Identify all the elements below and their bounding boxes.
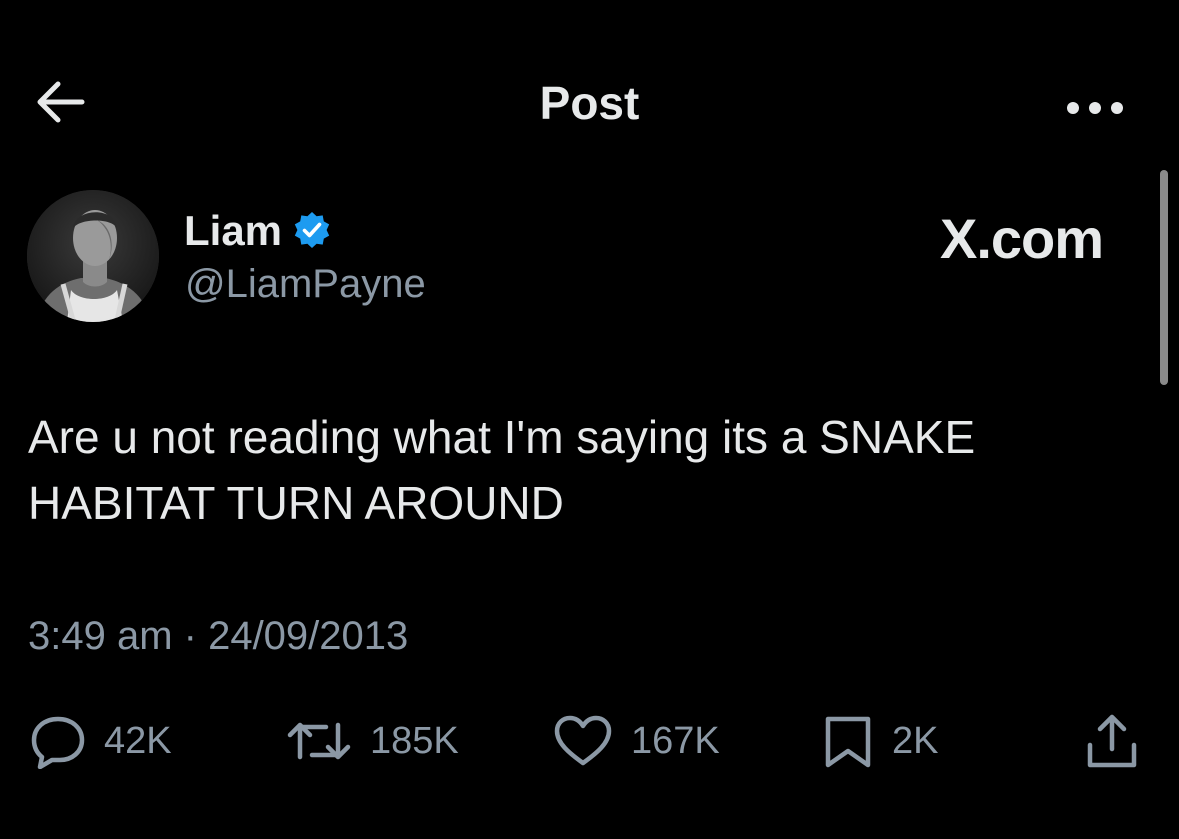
more-horizontal-icon — [1065, 101, 1125, 120]
action-bar: 42K 185K 167K 2K — [0, 706, 1179, 776]
back-button[interactable] — [30, 78, 90, 130]
post-timestamp[interactable]: 3:49 am · 24/09/2013 — [28, 614, 408, 659]
repost-icon — [286, 713, 352, 769]
like-button[interactable]: 167K — [553, 706, 720, 776]
source-label: X.com — [940, 207, 1104, 270]
share-icon — [1084, 711, 1140, 771]
author-display-name[interactable]: Liam — [184, 207, 282, 255]
bookmark-count: 2K — [892, 719, 939, 762]
reply-button[interactable]: 42K — [30, 706, 172, 776]
top-bar: Post — [0, 0, 1179, 200]
heart-icon — [553, 713, 613, 769]
more-options-button[interactable] — [1060, 95, 1130, 125]
verified-badge-icon — [292, 211, 332, 251]
repost-button[interactable]: 185K — [286, 706, 459, 776]
reply-icon — [30, 713, 86, 769]
author-handle[interactable]: @LiamPayne — [185, 262, 426, 307]
post-text: Are u not reading what I'm saying its a … — [28, 411, 976, 529]
like-count: 167K — [631, 719, 720, 762]
arrow-left-icon — [34, 80, 86, 129]
author-name-row[interactable]: Liam — [184, 205, 332, 257]
reply-count: 42K — [104, 719, 172, 762]
avatar[interactable] — [27, 190, 159, 322]
bookmark-button[interactable]: 2K — [822, 706, 938, 776]
share-button[interactable] — [1084, 706, 1140, 776]
page-title: Post — [539, 77, 640, 129]
scrollbar[interactable] — [1160, 170, 1168, 385]
bookmark-icon — [822, 713, 874, 769]
repost-count: 185K — [370, 719, 459, 762]
